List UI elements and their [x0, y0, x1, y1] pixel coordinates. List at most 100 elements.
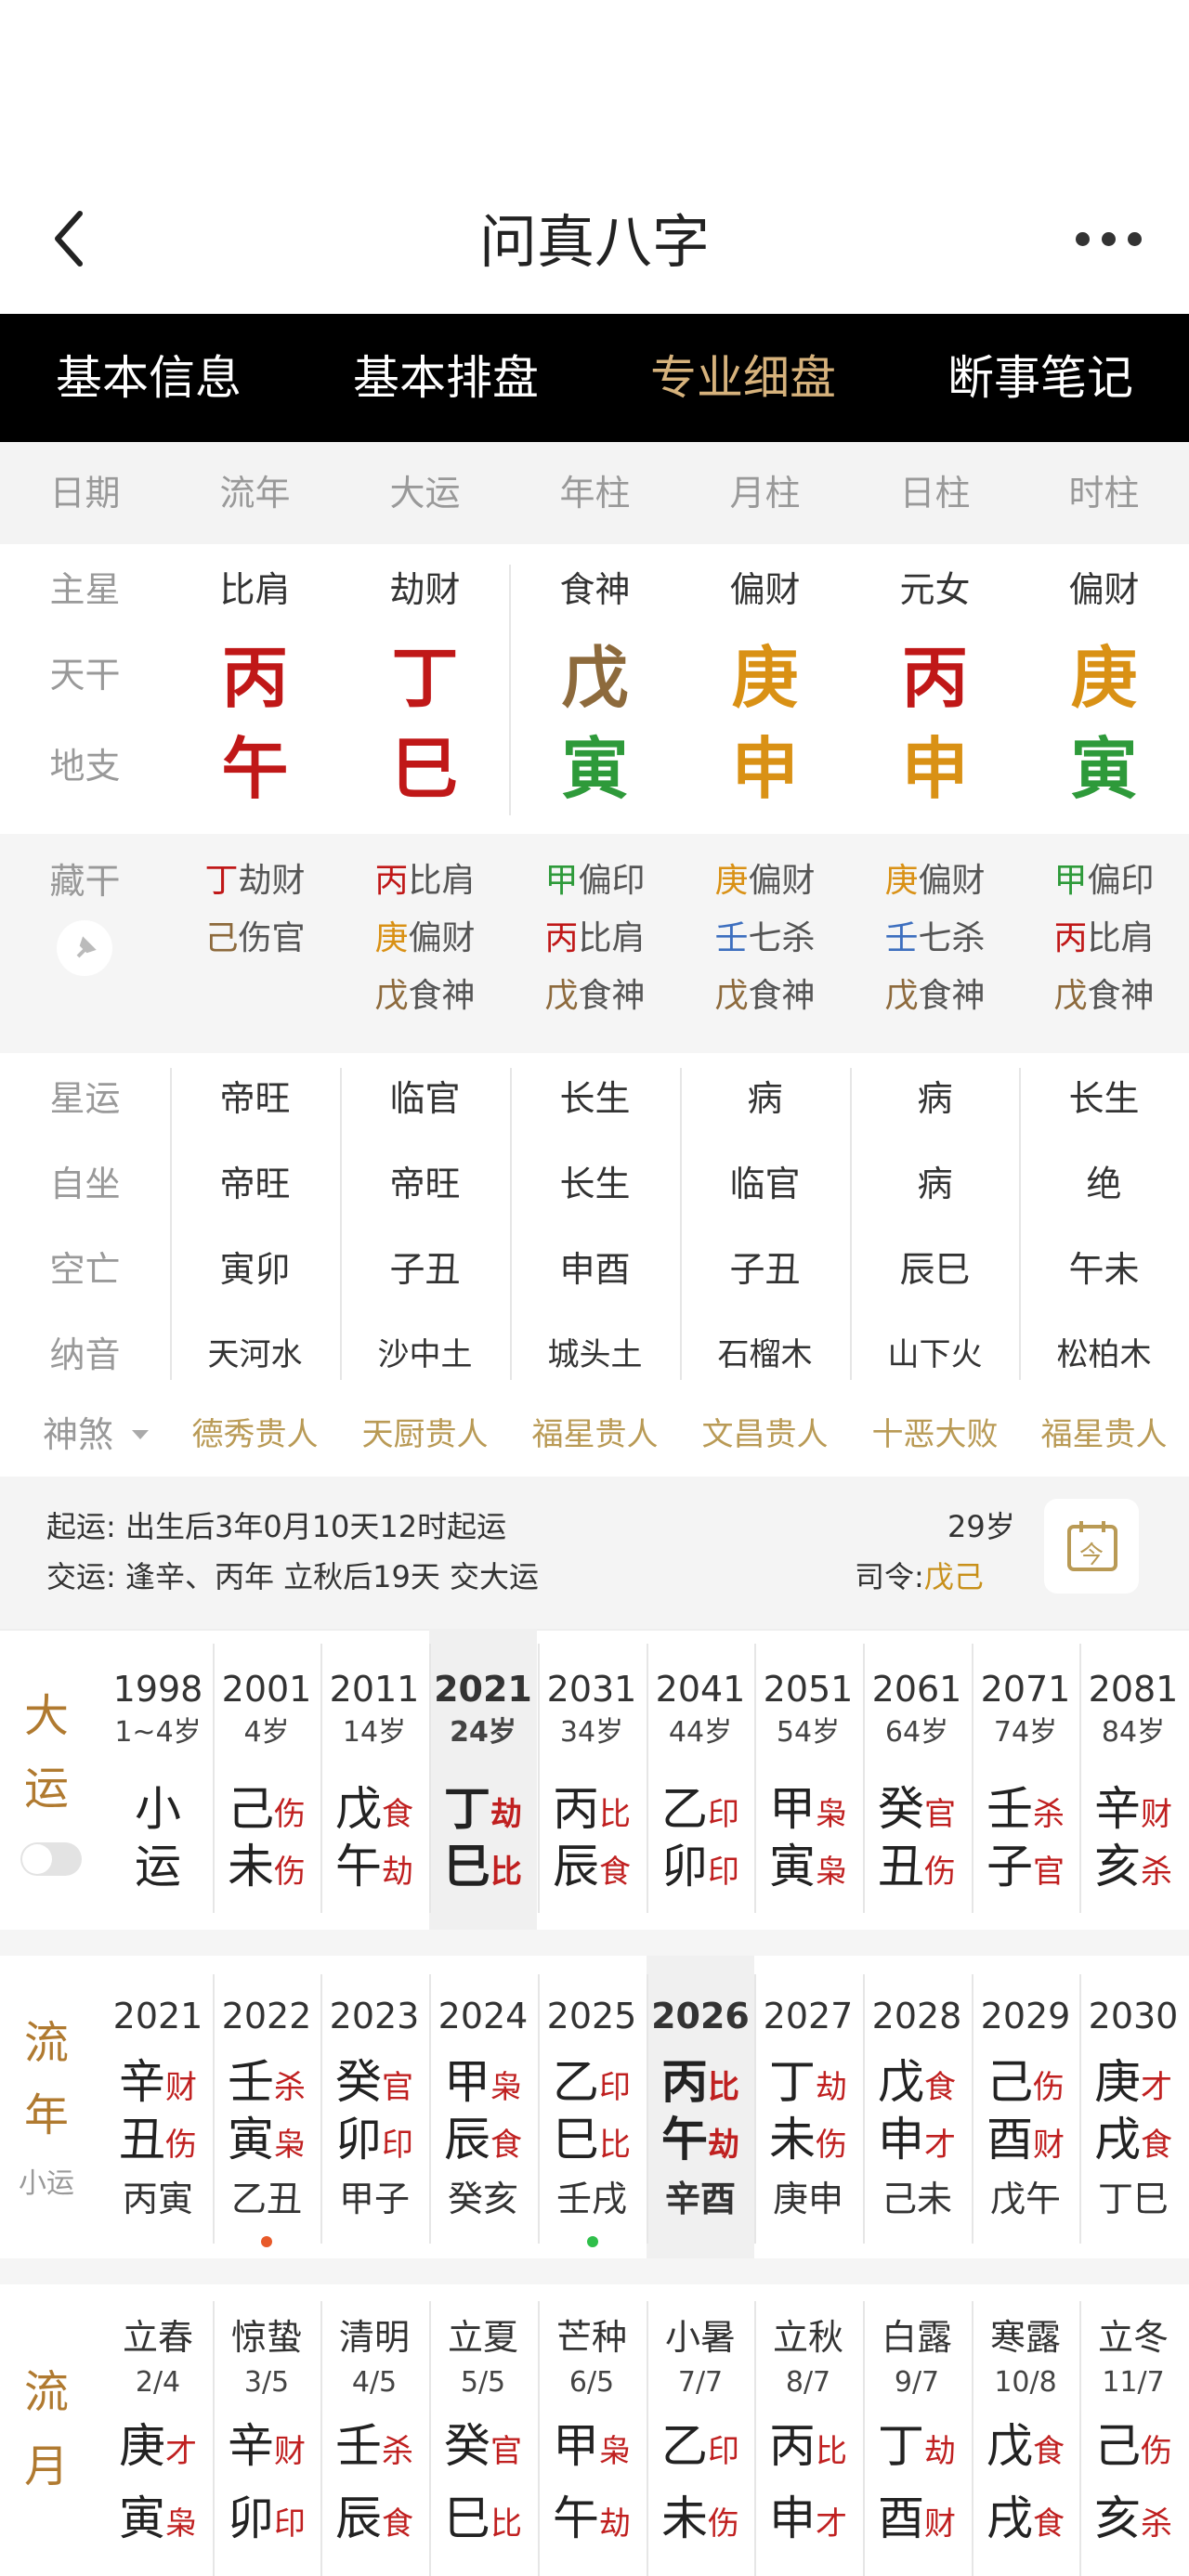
pin-icon[interactable]: [56, 919, 113, 977]
dayun-zhi[interactable]: 午劫: [320, 1837, 428, 1896]
liuyue-zhi[interactable]: 戌食: [972, 2489, 1079, 2548]
dayun-zhi[interactable]: 丑伤: [863, 1837, 971, 1896]
liunian-year[interactable]: 2030: [1079, 1993, 1187, 2039]
liuyue-zhi[interactable]: 午劫: [538, 2489, 646, 2548]
dayun-year[interactable]: 2071: [972, 1666, 1079, 1712]
liunian-year[interactable]: 2022: [213, 1993, 320, 2039]
liuyue-term[interactable]: 惊蛰: [213, 2314, 320, 2361]
liuyue-gan[interactable]: 丙比: [754, 2416, 862, 2476]
dayun-year[interactable]: 1998: [104, 1666, 212, 1712]
shensha-cell[interactable]: 福星贵人: [1019, 1412, 1189, 1458]
liunian-gan[interactable]: 丙比: [647, 2052, 754, 2112]
tab-basic-info[interactable]: 基本信息: [0, 314, 297, 442]
liunian-gan[interactable]: 壬杀: [213, 2052, 320, 2112]
liunian-gan[interactable]: 甲枭: [429, 2052, 537, 2112]
liuyue-gan[interactable]: 辛财: [213, 2416, 320, 2476]
liunian-gan[interactable]: 癸官: [320, 2052, 428, 2112]
shensha-cell[interactable]: 福星贵人: [510, 1412, 680, 1458]
liuyue-gan[interactable]: 甲枭: [538, 2416, 646, 2476]
caret-down-icon[interactable]: [130, 1428, 150, 1441]
dayun-zhi[interactable]: 亥杀: [1079, 1837, 1187, 1896]
liuyue-gan[interactable]: 乙印: [647, 2416, 754, 2476]
dayun-gan[interactable]: 小: [104, 1779, 212, 1839]
liunian-zhi[interactable]: 未伤: [754, 2110, 862, 2169]
liuyue-gan[interactable]: 壬杀: [320, 2416, 428, 2476]
dayun-zhi[interactable]: 寅枭: [754, 1837, 862, 1896]
dayun-gan[interactable]: 戊食: [320, 1779, 428, 1839]
dayun-gan[interactable]: 甲枭: [754, 1779, 862, 1839]
liuyue-zhi[interactable]: 卯印: [213, 2489, 320, 2548]
shensha-cell[interactable]: 天厨贵人: [340, 1412, 510, 1458]
dayun-year[interactable]: 2011: [320, 1666, 428, 1712]
liuyue-term[interactable]: 清明: [320, 2314, 428, 2361]
dayun-gan[interactable]: 壬杀: [972, 1779, 1079, 1839]
dayun-year[interactable]: 2061: [863, 1666, 971, 1712]
liunian-zhi[interactable]: 申才: [863, 2110, 971, 2169]
liuyue-zhi[interactable]: 巳比: [429, 2489, 537, 2548]
liuyue-gan[interactable]: 己伤: [1079, 2416, 1187, 2476]
shensha-cell[interactable]: 十恶大败: [850, 1412, 1020, 1458]
dayun-year[interactable]: 2031: [538, 1666, 646, 1712]
liuyue-term[interactable]: 立夏: [429, 2314, 537, 2361]
liuyue-term[interactable]: 立春: [104, 2314, 212, 2361]
liuyue-zhi[interactable]: 辰食: [320, 2489, 428, 2548]
liuyue-term[interactable]: 白露: [863, 2314, 971, 2361]
liunian-zhi[interactable]: 酉财: [972, 2110, 1079, 2169]
liuyue-gan[interactable]: 戊食: [972, 2416, 1079, 2476]
liunian-gan[interactable]: 丁劫: [754, 2052, 862, 2112]
liuyue-term[interactable]: 立冬: [1079, 2314, 1187, 2361]
dayun-zhi[interactable]: 运: [104, 1837, 212, 1896]
xiaoyun-toggle[interactable]: [20, 1842, 82, 1876]
liuyue-term[interactable]: 立秋: [754, 2314, 862, 2361]
dayun-gan[interactable]: 丙比: [538, 1779, 646, 1839]
liunian-gan[interactable]: 己伤: [972, 2052, 1079, 2112]
calendar-button[interactable]: 今: [1044, 1499, 1139, 1594]
shensha-label[interactable]: 神煞: [43, 1412, 113, 1458]
liuyue-gan[interactable]: 丁劫: [863, 2416, 971, 2476]
dayun-year[interactable]: 2051: [754, 1666, 862, 1712]
liunian-year[interactable]: 2024: [429, 1993, 537, 2039]
liunian-year[interactable]: 2025: [538, 1993, 646, 2039]
liuyue-zhi[interactable]: 申才: [754, 2489, 862, 2548]
dayun-zhi[interactable]: 子官: [972, 1837, 1079, 1896]
dayun-gan[interactable]: 辛财: [1079, 1779, 1187, 1839]
liunian-zhi[interactable]: 午劫: [647, 2110, 754, 2169]
liuyue-gan[interactable]: 癸官: [429, 2416, 537, 2476]
liuyue-zhi[interactable]: 未伤: [647, 2489, 754, 2548]
shensha-cell[interactable]: 文昌贵人: [680, 1412, 850, 1458]
dayun-gan[interactable]: 己伤: [213, 1779, 320, 1839]
liunian-zhi[interactable]: 卯印: [320, 2110, 428, 2169]
liuyue-term[interactable]: 芒种: [538, 2314, 646, 2361]
dayun-year[interactable]: 2021: [429, 1666, 537, 1712]
dayun-year[interactable]: 2001: [213, 1666, 320, 1712]
dayun-zhi[interactable]: 巳比: [429, 1837, 537, 1896]
liunian-gan[interactable]: 庚才: [1079, 2052, 1187, 2112]
dayun-year[interactable]: 2041: [647, 1666, 754, 1712]
dayun-zhi[interactable]: 未伤: [213, 1837, 320, 1896]
liunian-year[interactable]: 2023: [320, 1993, 428, 2039]
liunian-zhi[interactable]: 辰食: [429, 2110, 537, 2169]
dayun-year[interactable]: 2081: [1079, 1666, 1187, 1712]
dayun-zhi[interactable]: 卯印: [647, 1837, 754, 1896]
tab-notes[interactable]: 断事笔记: [892, 314, 1189, 442]
dayun-gan[interactable]: 丁劫: [429, 1779, 537, 1839]
liunian-gan[interactable]: 戊食: [863, 2052, 971, 2112]
tab-pro-chart[interactable]: 专业细盘: [594, 314, 892, 442]
liuyue-zhi[interactable]: 酉财: [863, 2489, 971, 2548]
liunian-zhi[interactable]: 丑伤: [104, 2110, 212, 2169]
shensha-cell[interactable]: 德秀贵人: [170, 1412, 340, 1458]
liunian-year[interactable]: 2026: [647, 1993, 754, 2039]
liunian-zhi[interactable]: 寅枭: [213, 2110, 320, 2169]
dayun-zhi[interactable]: 辰食: [538, 1837, 646, 1896]
tab-basic-chart[interactable]: 基本排盘: [297, 314, 594, 442]
liuyue-gan[interactable]: 庚才: [104, 2416, 212, 2476]
liunian-year[interactable]: 2029: [972, 1993, 1079, 2039]
dayun-gan[interactable]: 乙印: [647, 1779, 754, 1839]
liunian-zhi[interactable]: 巳比: [538, 2110, 646, 2169]
liuyue-term[interactable]: 小暑: [647, 2314, 754, 2361]
liunian-year[interactable]: 2027: [754, 1993, 862, 2039]
liunian-zhi[interactable]: 戌食: [1079, 2110, 1187, 2169]
dayun-gan[interactable]: 癸官: [863, 1779, 971, 1839]
liuyue-zhi[interactable]: 亥杀: [1079, 2489, 1187, 2548]
liunian-gan[interactable]: 乙印: [538, 2052, 646, 2112]
